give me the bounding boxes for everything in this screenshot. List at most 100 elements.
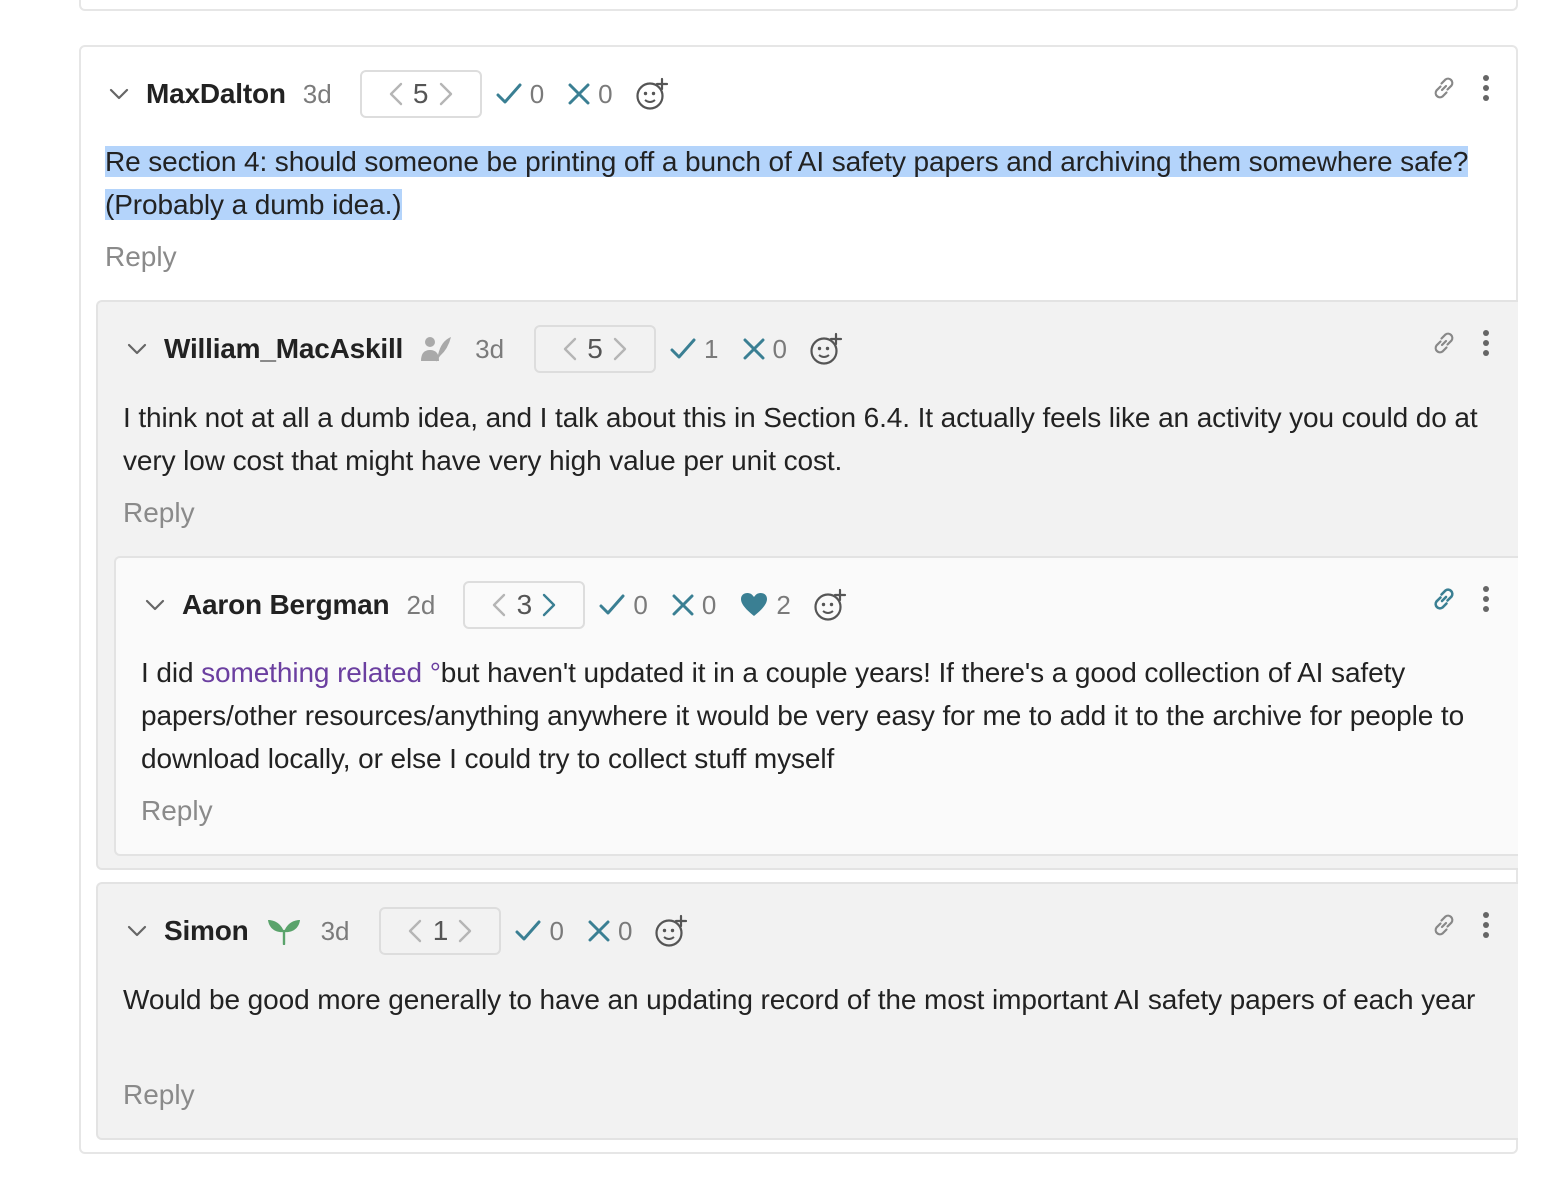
chevron-left-icon: [563, 337, 577, 361]
disagree-reaction[interactable]: 0: [588, 916, 632, 947]
karma-score: 5: [587, 333, 603, 364]
permalink-button[interactable]: [1430, 74, 1458, 107]
related-link[interactable]: something related: [201, 657, 422, 688]
check-icon: [599, 594, 625, 615]
more-options-icon: [1483, 586, 1489, 612]
chevron-right-icon: [613, 337, 627, 361]
new-user-sprout-icon: [267, 920, 300, 945]
disagree-reaction[interactable]: 0: [568, 78, 613, 110]
disagree-reaction[interactable]: 0: [743, 334, 787, 365]
add-reaction-icon: [810, 332, 843, 365]
check-icon: [670, 338, 696, 359]
check-icon: [496, 83, 522, 104]
comment-actions: [1430, 74, 1490, 107]
cross-icon: [568, 83, 590, 105]
karma-score: 5: [412, 78, 429, 109]
karma-vote: 5: [359, 70, 482, 118]
comment-body: I think not at all a dumb idea, and I ta…: [123, 402, 1478, 476]
upvote-button[interactable]: [613, 337, 627, 361]
body-prefix: I did: [141, 657, 202, 688]
upvote-button[interactable]: [542, 593, 556, 617]
comment-body: Re section 4: should someone be printing…: [105, 140, 1475, 226]
upvote-button[interactable]: [458, 919, 472, 943]
downvote-button[interactable]: [492, 593, 506, 617]
karma-vote: 3: [463, 581, 586, 629]
collapse-toggle[interactable]: [108, 83, 130, 105]
add-reaction-button[interactable]: [654, 914, 688, 948]
disagree-count: 0: [617, 915, 633, 946]
check-icon: [515, 920, 541, 941]
link-icon: [1434, 332, 1454, 354]
collapse-toggle[interactable]: [144, 594, 166, 616]
link-icon: [1434, 77, 1454, 99]
agree-count: 0: [633, 589, 648, 620]
author-badge-icon: [421, 337, 452, 362]
permalink-button[interactable]: [1430, 911, 1458, 944]
chevron-right-icon: [543, 593, 556, 617]
downvote-button[interactable]: [389, 82, 403, 106]
karma-score: 3: [516, 589, 533, 620]
comment-age[interactable]: 3d: [475, 334, 504, 365]
karma-vote: 5: [534, 325, 657, 373]
add-reaction-icon: [636, 77, 668, 110]
comment-actions: [1430, 585, 1490, 618]
comment-age[interactable]: 3d: [303, 79, 332, 110]
author-name[interactable]: MaxDalton: [146, 78, 286, 110]
author-name[interactable]: Aaron Bergman: [182, 589, 390, 621]
comment-header: MaxDalton 3d 5 0 0: [108, 70, 669, 118]
comment-header: Aaron Bergman 2d 3 0 0 2: [144, 581, 847, 629]
selected-text: Re section 4: should someone be printing…: [105, 146, 1469, 220]
karma-score: 1: [432, 915, 449, 946]
link-icon: [1434, 588, 1454, 610]
author-name[interactable]: William_MacAskill: [164, 333, 403, 365]
downvote-button[interactable]: [563, 337, 577, 361]
heart-count: 2: [776, 589, 791, 620]
more-options-button[interactable]: [1482, 329, 1490, 362]
agree-count: 0: [549, 915, 564, 946]
author-name[interactable]: Simon: [164, 915, 249, 947]
comment-header: Simon 3d 1 0 0: [126, 907, 688, 955]
comment-actions: [1430, 911, 1490, 944]
reply-button[interactable]: Reply: [105, 241, 177, 273]
cross-icon: [588, 920, 610, 942]
agree-count: 0: [529, 78, 545, 109]
reply-button[interactable]: Reply: [123, 497, 195, 529]
chevron-left-icon: [493, 593, 506, 617]
disagree-reaction[interactable]: 0: [672, 590, 716, 621]
reply-button[interactable]: Reply: [141, 795, 213, 827]
more-options-button[interactable]: [1482, 585, 1490, 618]
collapse-toggle[interactable]: [126, 920, 148, 942]
previous-comment-card: [79, 0, 1518, 11]
add-reaction-button[interactable]: [809, 332, 843, 366]
add-reaction-icon: [655, 914, 688, 947]
permalink-button[interactable]: [1430, 585, 1458, 618]
karma-vote: 1: [379, 907, 502, 955]
comment-body: Would be good more generally to have an …: [123, 984, 1476, 1015]
permalink-button[interactable]: [1430, 329, 1458, 362]
heart-reaction[interactable]: 2: [740, 589, 791, 621]
more-options-icon: [1483, 75, 1489, 101]
chevron-down-icon: [127, 343, 147, 355]
comment-age[interactable]: 3d: [321, 916, 350, 947]
add-reaction-icon: [814, 588, 846, 621]
chevron-left-icon: [389, 82, 402, 106]
comment-age[interactable]: 2d: [406, 590, 435, 621]
agree-reaction[interactable]: 1: [670, 334, 719, 365]
upvote-button[interactable]: [439, 82, 453, 106]
add-reaction-button[interactable]: [813, 588, 847, 622]
downvote-button[interactable]: [408, 919, 422, 943]
cross-icon: [743, 338, 765, 360]
more-options-button[interactable]: [1482, 74, 1490, 107]
link-marker: °: [429, 657, 441, 688]
comment-actions: [1430, 329, 1490, 362]
add-reaction-button[interactable]: [635, 77, 669, 111]
collapse-toggle[interactable]: [126, 338, 148, 360]
disagree-count: 0: [598, 78, 613, 109]
agree-reaction[interactable]: 0: [599, 589, 648, 621]
more-options-button[interactable]: [1482, 911, 1490, 944]
heart-icon: [741, 593, 768, 616]
agree-reaction[interactable]: 0: [515, 915, 564, 947]
chevron-right-icon: [439, 82, 452, 106]
reply-button[interactable]: Reply: [123, 1079, 195, 1111]
agree-reaction[interactable]: 0: [496, 79, 544, 110]
